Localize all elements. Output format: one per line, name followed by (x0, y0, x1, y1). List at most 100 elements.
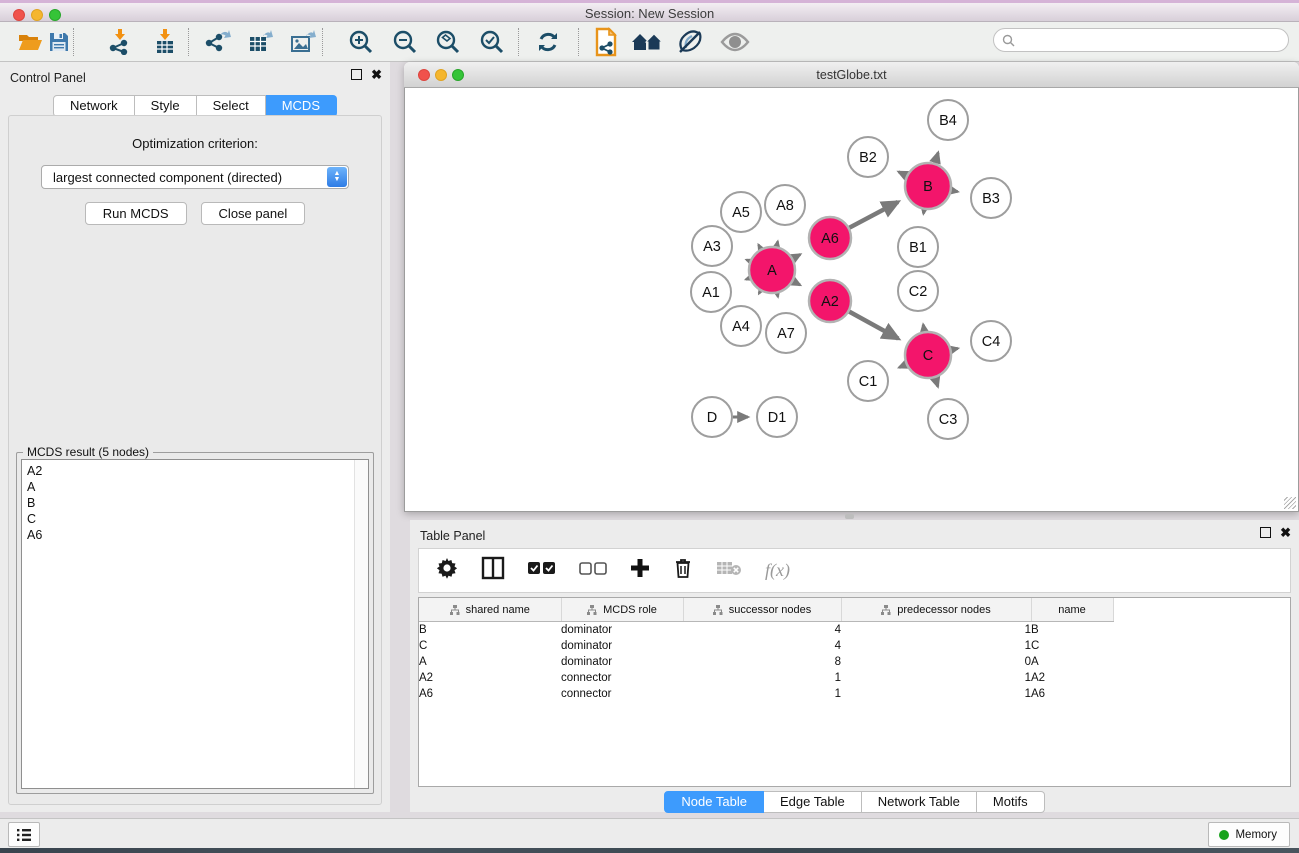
graph-edge-A-A3[interactable] (746, 260, 749, 261)
graph-edge-B-B1[interactable] (924, 210, 925, 214)
graph-edge-B-B3[interactable] (952, 190, 958, 191)
zoom-in-button[interactable] (348, 29, 374, 55)
criterion-dropdown[interactable]: largest connected component (directed) ▲… (41, 165, 349, 189)
show-graphics-details-button[interactable] (720, 32, 750, 52)
search-input[interactable] (1020, 31, 1284, 51)
open-session-button[interactable] (17, 31, 43, 53)
graph-edge-C-C4[interactable] (951, 348, 957, 349)
task-history-button[interactable] (8, 822, 40, 847)
splitter-handle[interactable] (845, 514, 854, 519)
result-item[interactable]: C (27, 511, 42, 527)
result-item[interactable]: A (27, 479, 42, 495)
tab-node-table[interactable]: Node Table (664, 791, 764, 813)
import-table-button[interactable] (153, 29, 177, 55)
graph-node-label-C1: C1 (859, 374, 878, 390)
network-graph[interactable]: B4B2BB3A5A8A6A3B1AA1C2A2A4A7CC4C1C3DD1 (405, 88, 1298, 510)
result-item[interactable]: B (27, 495, 42, 511)
deselect-all-button[interactable] (579, 561, 607, 580)
import-network-icon (108, 29, 132, 55)
zoom-out-icon (392, 29, 418, 55)
graph-node-label-A2: A2 (821, 294, 839, 310)
result-scrollbar[interactable] (354, 460, 368, 788)
result-item[interactable]: A6 (27, 527, 42, 543)
tab-select[interactable]: Select (197, 95, 266, 117)
graph-edge-A-A5[interactable] (758, 245, 760, 249)
refresh-button[interactable] (535, 29, 561, 55)
dropdown-stepper-icon: ▲▼ (327, 167, 347, 187)
show-column-button[interactable] (481, 556, 505, 585)
function-builder-button[interactable]: f(x) (765, 560, 790, 581)
save-session-button[interactable] (48, 31, 70, 53)
graph-edge-C-C1[interactable] (899, 365, 906, 368)
close-panel-icon[interactable]: ✖ (371, 69, 382, 80)
import-network-button[interactable] (108, 29, 132, 55)
tab-motifs[interactable]: Motifs (977, 791, 1045, 813)
column-header[interactable]: name (1031, 598, 1113, 622)
table-row[interactable]: Cdominator41C (419, 638, 1113, 654)
memory-button[interactable]: Memory (1208, 822, 1290, 847)
export-network-button[interactable] (205, 29, 231, 55)
import-table-icon (153, 29, 177, 55)
close-panel-button[interactable]: Close panel (201, 202, 306, 225)
main-toolbar (0, 22, 1299, 62)
export-table-button[interactable] (248, 29, 274, 55)
network-window-titlebar[interactable]: testGlobe.txt (404, 62, 1299, 88)
graph-edge-B-B4[interactable] (935, 153, 938, 163)
run-mcds-button[interactable]: Run MCDS (85, 202, 187, 225)
criterion-value: largest connected component (directed) (53, 170, 282, 185)
graph-edge-C-C2[interactable] (923, 325, 924, 332)
zoom-fit-icon (435, 29, 461, 55)
plus-icon (630, 558, 650, 578)
graph-edge-A-A8[interactable] (777, 241, 778, 246)
zoom-out-button[interactable] (392, 29, 418, 55)
column-header[interactable]: MCDS role (561, 598, 683, 622)
list-icon (16, 828, 32, 842)
column-header[interactable]: shared name (419, 598, 561, 622)
graph-edge-A6-B[interactable] (849, 202, 898, 228)
tab-network[interactable]: Network (53, 95, 135, 117)
zoom-fit-button[interactable] (435, 29, 461, 55)
search-field[interactable] (993, 28, 1289, 52)
tab-style[interactable]: Style (135, 95, 197, 117)
zoom-selected-button[interactable] (479, 29, 505, 55)
home-button[interactable] (631, 31, 663, 53)
mcds-result-list[interactable]: A2 A B C A6 (21, 459, 369, 789)
graph-edge-C-C3[interactable] (935, 378, 938, 387)
result-item[interactable]: A2 (27, 463, 42, 479)
select-all-button[interactable] (528, 561, 556, 580)
table-row[interactable]: A6connector11A6 (419, 686, 1113, 702)
new-network-button[interactable] (594, 27, 620, 57)
tab-edge-table[interactable]: Edge Table (764, 791, 862, 813)
desktop-background (0, 848, 1299, 853)
network-canvas[interactable]: B4B2BB3A5A8A6A3B1AA1C2A2A4A7CC4C1C3DD1 (404, 88, 1299, 512)
column-header[interactable]: successor nodes (683, 598, 841, 622)
delete-table-button[interactable] (716, 560, 742, 581)
graph-edge-A-A1[interactable] (746, 278, 750, 279)
float-panel-icon[interactable] (351, 69, 362, 80)
graph-edge-A2-C[interactable] (849, 312, 898, 339)
tab-mcds[interactable]: MCDS (266, 95, 337, 117)
graph-edge-A-A4[interactable] (759, 291, 760, 294)
graph-node-label-A5: A5 (732, 205, 750, 221)
close-panel-icon[interactable]: ✖ (1280, 527, 1291, 538)
table-row[interactable]: A2connector11A2 (419, 670, 1113, 686)
tab-network-table[interactable]: Network Table (862, 791, 977, 813)
table-row[interactable]: Bdominator41B (419, 622, 1113, 639)
add-column-button[interactable] (630, 558, 650, 583)
column-header[interactable]: predecessor nodes (841, 598, 1031, 622)
graph-edge-A-A6[interactable] (793, 254, 800, 258)
graph-edge-B-B2[interactable] (899, 172, 907, 176)
hide-graphics-details-button[interactable] (676, 30, 704, 54)
session-title: Session: New Session (0, 6, 1299, 21)
zoom-selected-icon (479, 29, 505, 55)
float-panel-icon[interactable] (1260, 527, 1271, 538)
resize-grip[interactable] (1284, 497, 1296, 509)
table-tabs: Node Table Edge Table Network Table Moti… (410, 791, 1299, 813)
node-table[interactable]: shared name MCDS role successor nodes pr… (419, 598, 1114, 702)
graph-edge-A-A7[interactable] (777, 293, 778, 296)
table-row[interactable]: Adominator80A (419, 654, 1113, 670)
graph-edge-A-A2[interactable] (793, 281, 800, 285)
delete-column-button[interactable] (673, 557, 693, 584)
table-settings-button[interactable] (436, 557, 458, 584)
export-image-button[interactable] (290, 29, 316, 55)
